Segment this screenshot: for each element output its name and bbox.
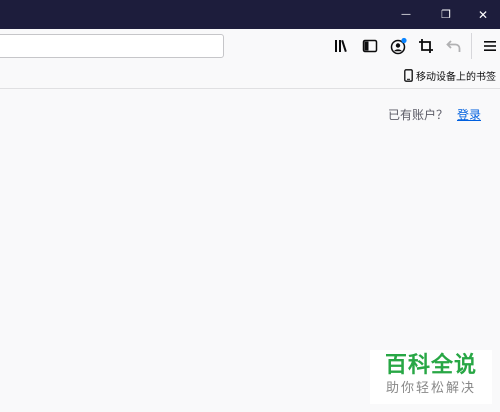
menu-button[interactable] (478, 34, 500, 58)
mobile-phone-icon (404, 69, 413, 82)
menu-icon (484, 41, 496, 51)
navigation-toolbar (0, 29, 500, 63)
login-link[interactable]: 登录 (457, 106, 481, 123)
screenshot-button[interactable] (414, 34, 438, 58)
library-button[interactable] (330, 34, 354, 58)
minimize-icon: — (401, 9, 411, 20)
minimize-button[interactable]: — (386, 0, 426, 29)
url-bar[interactable] (0, 34, 224, 58)
undo-button[interactable] (442, 34, 466, 58)
account-icon (390, 37, 407, 55)
toolbar-separator (471, 33, 472, 59)
sidebar-icon (362, 39, 378, 53)
account-button[interactable] (387, 34, 411, 58)
close-icon: ✕ (477, 7, 489, 22)
watermark-subtitle: 助你轻松解决 (385, 381, 476, 396)
has-account-text: 已有账户？ (387, 108, 448, 122)
restore-button[interactable]: ❐ (426, 0, 466, 29)
close-window-button[interactable]: ✕ (466, 0, 500, 29)
library-icon (335, 39, 347, 53)
mobile-bookmarks-item[interactable]: 移动设备上的书签 (404, 67, 496, 84)
title-bar: — ❐ ✕ (0, 0, 500, 29)
watermark-title: 百科全说 (384, 353, 477, 378)
sidebar-button[interactable] (358, 34, 382, 58)
url-input[interactable] (0, 35, 223, 57)
account-prompt: 已有账户？ 登录 (388, 106, 481, 123)
restore-icon: ❐ (441, 8, 451, 21)
undo-icon (446, 40, 461, 52)
screenshot-icon (419, 39, 433, 53)
bookmarks-toolbar: 移动设备上的书签 (0, 63, 500, 89)
mobile-bookmarks-label: 移动设备上的书签 (416, 72, 496, 83)
watermark: 百科全说 助你轻松解决 (370, 350, 492, 404)
